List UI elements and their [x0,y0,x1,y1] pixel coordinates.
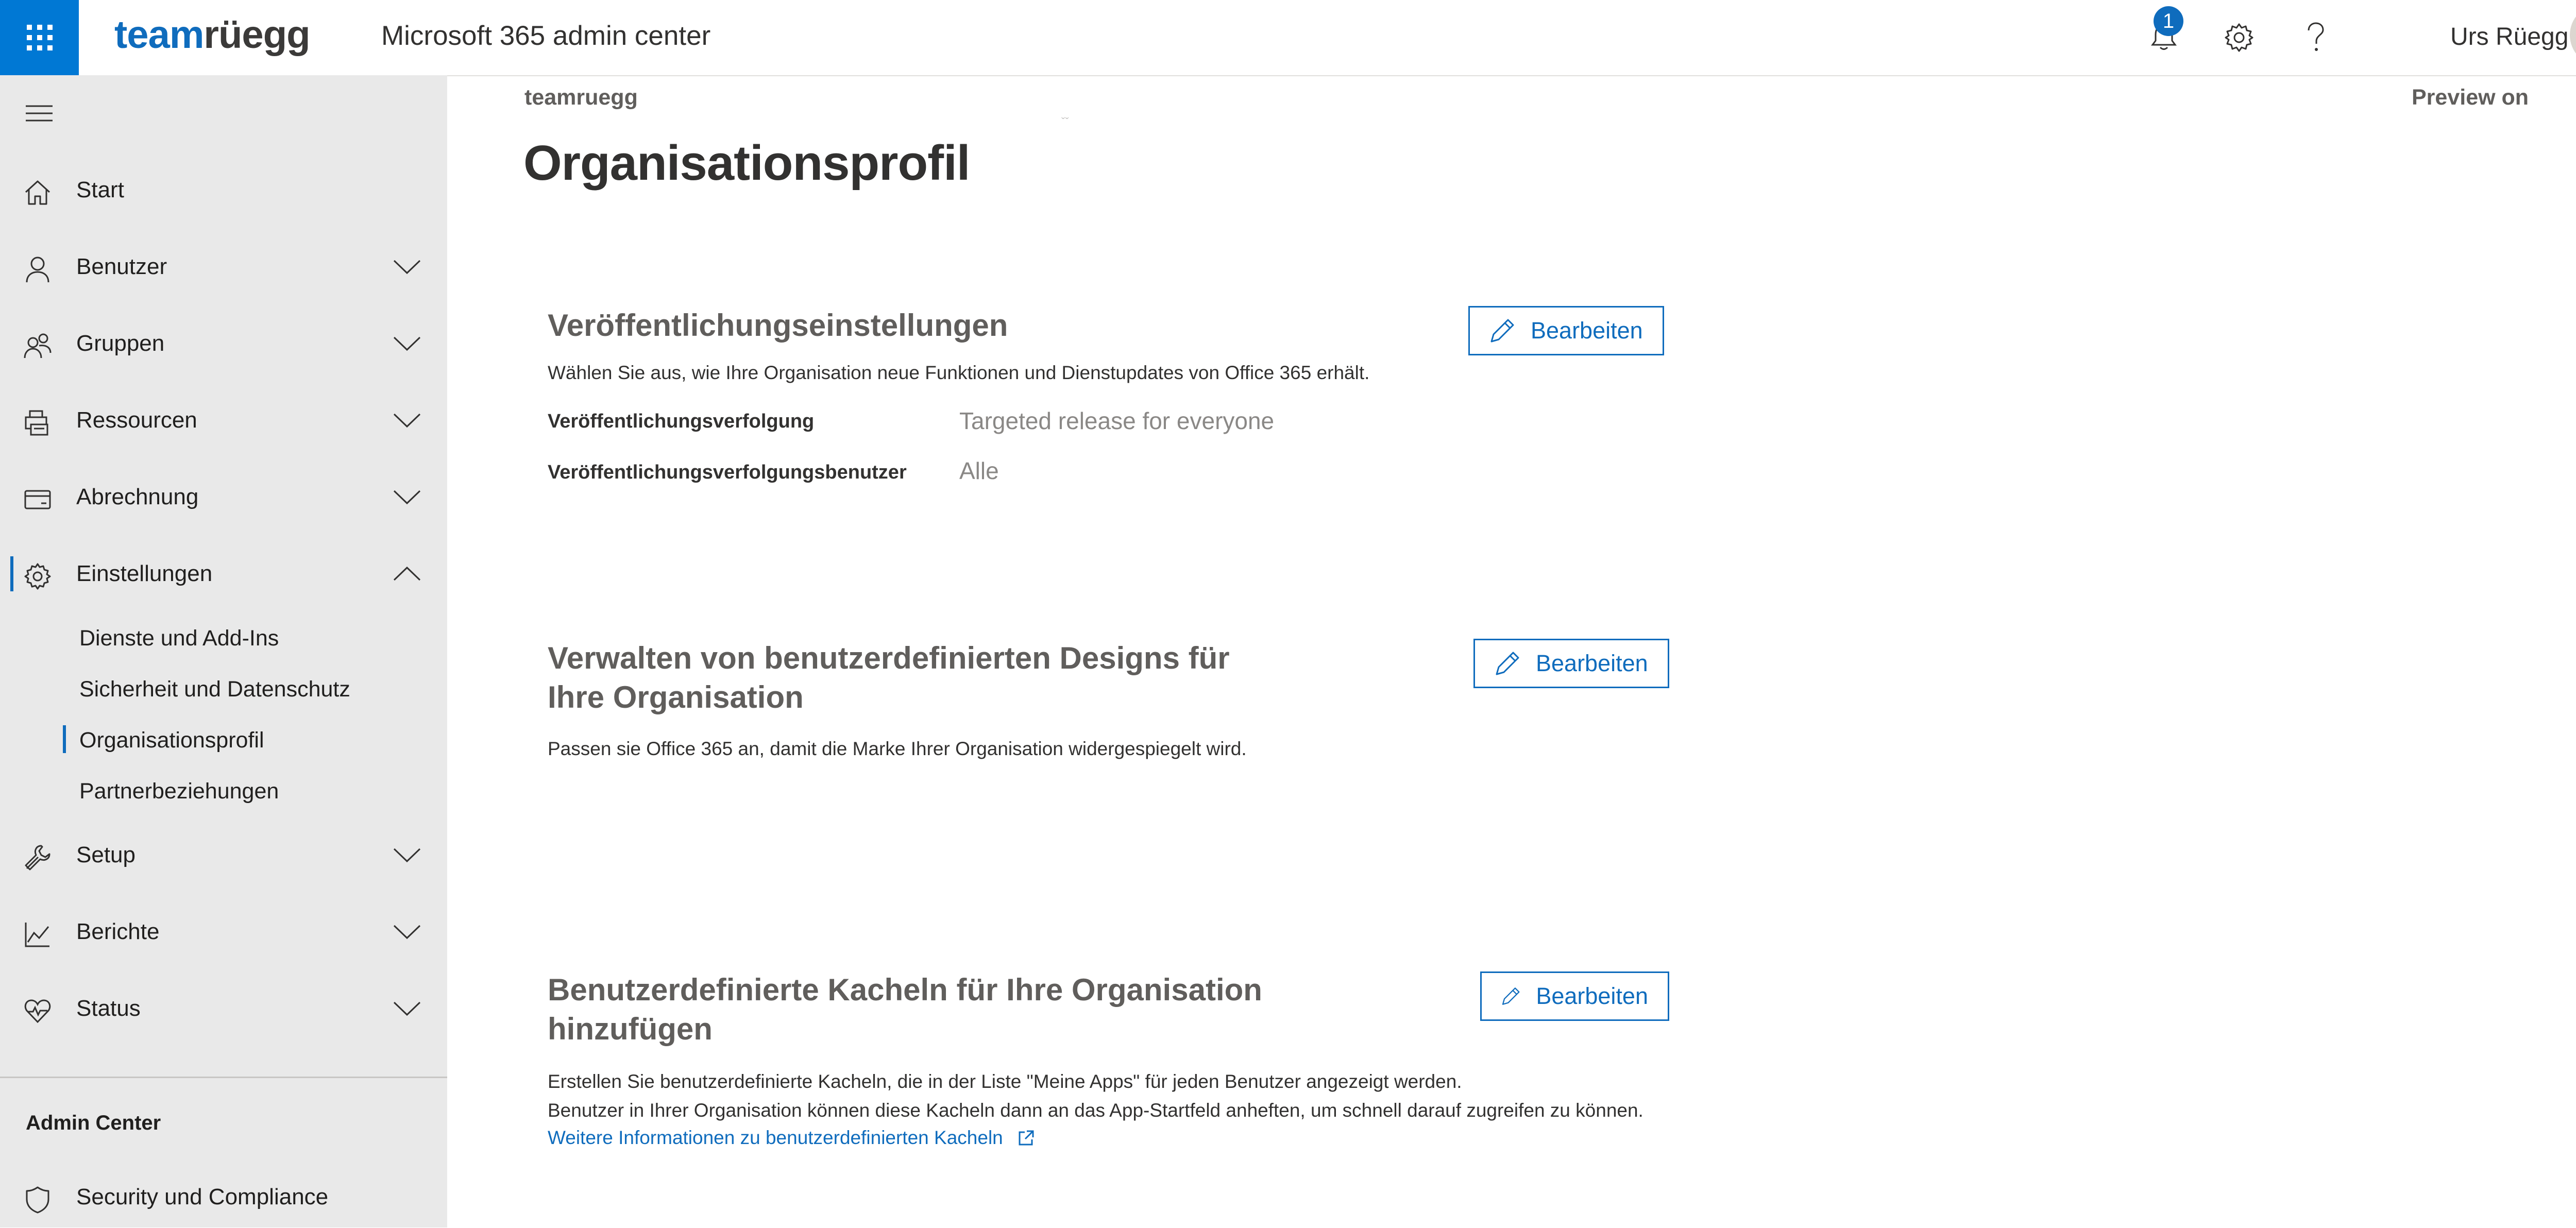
chevron-down-icon [393,490,421,505]
sidebar-item-berichte[interactable]: Berichte [0,901,447,963]
button-label: Bearbeiten [1536,650,1648,676]
sidebar-subitem-dienste[interactable]: Dienste und Add-Ins [79,623,279,654]
sidebar-item-security-compliance[interactable]: Security und Compliance [0,1166,447,1228]
app-launcher-button[interactable] [0,0,79,75]
gear-icon [24,563,51,590]
sidebar-item-start[interactable]: Start [0,159,447,221]
sidebar-subitem-sicherheit[interactable]: Sicherheit und Datenschutz [79,674,350,705]
brand-logo[interactable]: teamrüegg [114,9,311,61]
section-release-title: Veröffentlichungseinstellungen [548,308,1008,343]
active-indicator [10,556,13,591]
notification-badge: 1 [2154,6,2183,36]
brand-logo-part2: rüegg [204,13,310,57]
prop-value-release-users: Alle [959,457,999,484]
section-tiles-title-line1: Benutzerdefinierte Kacheln für Ihre Orga… [548,973,1262,1007]
wrench-icon [25,845,50,871]
preview-toggle[interactable]: Preview on [2412,85,2529,110]
sidebar-subitem-organisationsprofil[interactable]: Organisationsprofil [79,725,264,756]
chart-icon [25,923,49,947]
section-tiles-description-line2: Benutzer in Ihrer Organisation können di… [548,1100,1643,1121]
page-title: Organisationsprofil [523,135,970,191]
learn-more-tiles-link[interactable]: Weitere Informationen zu benutzerdefinie… [548,1127,1035,1149]
pencil-icon [1490,319,1514,343]
button-label: Bearbeiten [1536,983,1648,1009]
section-themes-title-line2: Ihre Organisation [548,680,804,714]
sidebar-item-einstellungen[interactable]: Einstellungen [0,543,447,605]
home-icon [25,180,50,205]
help-button[interactable] [2295,17,2336,58]
avatar[interactable] [2570,4,2576,66]
active-indicator [63,725,66,753]
sidebar-item-label: Gruppen [76,331,165,356]
gear-icon [2225,23,2253,52]
shield-icon [26,1186,49,1214]
chevron-up-icon [393,566,421,581]
sidebar-item-gruppen[interactable]: Gruppen [0,313,447,374]
sidebar-divider [0,1077,447,1078]
section-tiles-title-line2: hinzufügen [548,1012,713,1046]
sidebar-subitem-partnerbeziehungen[interactable]: Partnerbeziehungen [79,776,279,807]
section-themes-description: Passen sie Office 365 an, damit die Mark… [548,738,1247,759]
people-icon [24,333,52,359]
sidebar-item-benutzer[interactable]: Benutzer [0,236,447,298]
sidebar-item-label: Setup [76,842,135,867]
sidebar-item-label: Abrechnung [76,484,199,509]
pencil-icon [1502,987,1520,1005]
sidebar-item-label: Security und Compliance [76,1184,329,1209]
button-label: Bearbeiten [1531,317,1643,344]
user-photo-icon [2570,4,2576,66]
sidebar-item-label: Einstellungen [76,561,213,586]
external-link-icon [1019,1130,1034,1146]
sidebar-item-label: Berichte [76,919,160,944]
prop-value-release-track: Targeted release for everyone [959,407,1275,434]
hamburger-icon [26,105,53,122]
chevron-down-icon [393,925,421,940]
card-icon [24,490,51,509]
breadcrumb[interactable]: teamruegg [524,85,638,110]
prop-label-release-track: Veröffentlichungsverfolgung [548,411,815,432]
chevron-down-icon [393,260,421,275]
heart-icon [24,999,51,1024]
left-navigation: Start Benutzer Gruppen Ressourcen Abrech… [0,75,447,1227]
section-release-description: Wählen Sie aus, wie Ihre Organisation ne… [548,362,1370,383]
sidebar-item-setup[interactable]: Setup [0,824,447,886]
sidebar-item-label: Ressourcen [76,407,197,433]
question-icon [2308,22,2324,51]
faint-mark: ˇˇ [1061,115,1069,128]
sidebar-item-ressourcen[interactable]: Ressourcen [0,389,447,451]
admin-center-heading: Admin Center [26,1112,161,1134]
sidebar-item-abrechnung[interactable]: Abrechnung [0,466,447,528]
sidebar-item-status[interactable]: Status [0,978,447,1039]
pencil-icon [1496,652,1519,675]
sidebar-item-label: Status [76,996,141,1021]
edit-themes-button[interactable]: Bearbeiten [1473,639,1669,688]
sidebar-item-label: Start [76,177,124,202]
edit-tiles-button[interactable]: Bearbeiten [1480,971,1669,1021]
sidebar-item-label: Benutzer [76,254,167,279]
edit-release-settings-button[interactable]: Bearbeiten [1468,306,1664,355]
top-bar: teamrüegg Microsoft 365 admin center 1 U… [0,0,2576,76]
section-tiles-description-line1: Erstellen Sie benutzerdefinierte Kacheln… [548,1071,1462,1092]
app-title: Microsoft 365 admin center [381,21,711,51]
printer-icon [25,410,48,436]
chevron-down-icon [393,1001,421,1016]
settings-button[interactable] [2218,17,2260,58]
brand-logo-part1: team [114,13,204,57]
chevron-down-icon [393,848,421,863]
link-label: Weitere Informationen zu benutzerdefinie… [548,1127,1003,1148]
person-icon [26,257,49,283]
prop-label-release-users: Veröffentlichungsverfolgungsbenutzer [548,462,907,483]
chevron-down-icon [393,336,421,351]
chevron-down-icon [393,413,421,428]
user-name[interactable]: Urs Rüegg [2450,16,2568,58]
waffle-icon [26,25,53,50]
collapse-navigation-button[interactable] [25,104,54,123]
section-themes-title-line1: Verwalten von benutzerdefinierten Design… [548,641,1230,675]
